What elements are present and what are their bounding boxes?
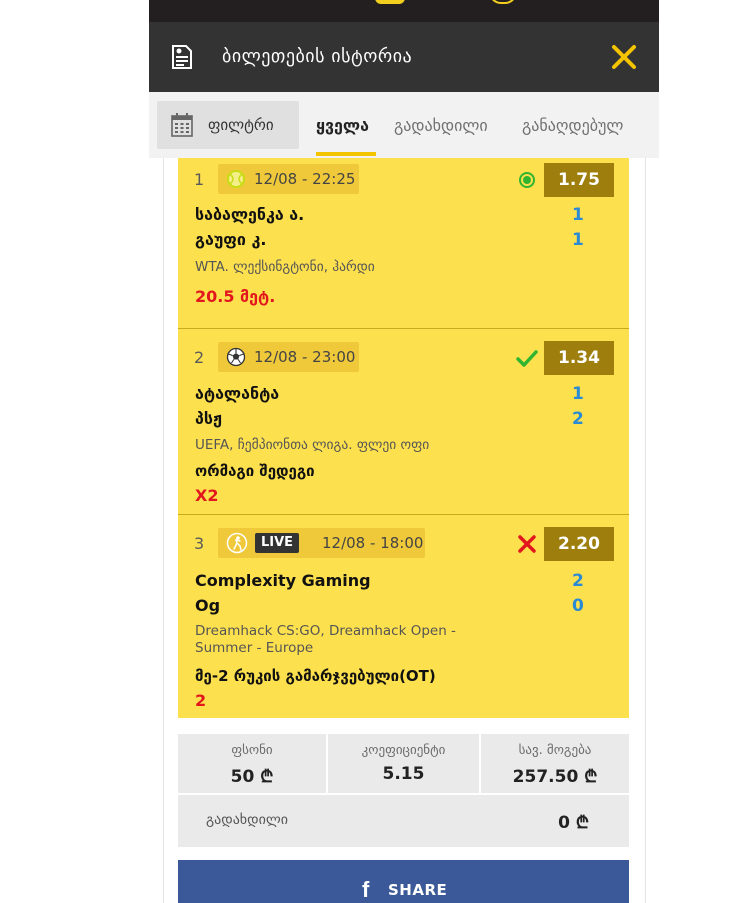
bet-datetime: 12/08 - 22:25 bbox=[254, 170, 356, 188]
bet-datetime-box: 12/08 - 23:00 bbox=[218, 342, 359, 372]
team-home: Complexity Gaming bbox=[195, 571, 371, 590]
tab-all[interactable]: ყველა bbox=[316, 116, 369, 135]
share-button[interactable]: f SHARE bbox=[178, 860, 629, 903]
top-decoration-ring-icon bbox=[489, 0, 517, 4]
page-title: ბილეთების ისტორია bbox=[222, 46, 413, 67]
paid-value: 0 ₾ bbox=[558, 813, 589, 833]
esports-icon bbox=[226, 532, 248, 554]
won-check-icon bbox=[516, 350, 538, 367]
team-away: პსჟ bbox=[195, 409, 222, 428]
bet-datetime-box: LIVE 12/08 - 18:00 bbox=[218, 528, 425, 558]
possible-win-label: სავ. მოგება bbox=[518, 743, 592, 758]
share-label: SHARE bbox=[388, 881, 448, 899]
live-badge: LIVE bbox=[255, 533, 300, 553]
possible-win-box: სავ. მოგება 257.50 ₾ bbox=[481, 734, 629, 793]
bet-market: მე-2 რუკის გამარჯვებული(OT) bbox=[195, 667, 436, 685]
league-name: WTA. ლექსინგტონი, ჰარდი bbox=[195, 259, 375, 275]
odds-badge: 1.75 bbox=[544, 163, 614, 197]
team-home: ატალანტა bbox=[195, 384, 280, 403]
odds-badge: 1.34 bbox=[544, 341, 614, 375]
bet-number: 2 bbox=[194, 348, 205, 367]
bet-card: 2 12/08 - 23:00 1.34 ატალანტა პსჟ 1 2 UE… bbox=[178, 329, 629, 514]
active-tab-indicator bbox=[316, 152, 376, 156]
stake-box: ფსონი 50 ₾ bbox=[178, 734, 326, 793]
top-status-strip bbox=[149, 0, 659, 22]
odds-badge: 2.20 bbox=[544, 527, 614, 561]
calendar-icon bbox=[171, 113, 193, 137]
bet-pick: 20.5 მეტ. bbox=[195, 287, 276, 306]
score-away: 0 bbox=[572, 596, 584, 616]
filter-button[interactable]: ფილტრი bbox=[157, 101, 299, 149]
bet-card: 3 LIVE 12/08 - 18:00 2.20 Complexity Gam… bbox=[178, 515, 629, 718]
coefficient-value: 5.15 bbox=[382, 764, 425, 784]
stake-label: ფსონი bbox=[231, 743, 273, 758]
score-home: 1 bbox=[572, 205, 584, 225]
bet-pick: X2 bbox=[195, 486, 219, 505]
team-away: გაუფი კ. bbox=[195, 230, 267, 249]
paid-label: გადახდილი bbox=[206, 812, 288, 828]
facebook-icon: f bbox=[362, 877, 370, 902]
bet-market: ორმაგი შედეგი bbox=[195, 462, 315, 480]
team-home: საბალენკა ა. bbox=[195, 205, 305, 224]
close-icon[interactable] bbox=[609, 42, 639, 72]
tabs-bar: ფილტრი ყველა გადახდილი განაღდებულ bbox=[149, 92, 659, 158]
bet-datetime: 12/08 - 23:00 bbox=[254, 348, 356, 366]
pending-dot-icon bbox=[519, 172, 535, 188]
bet-pick: 2 bbox=[195, 691, 207, 710]
score-away: 1 bbox=[572, 230, 584, 250]
team-away: Og bbox=[195, 596, 221, 615]
paid-row: გადახდილი 0 ₾ bbox=[178, 795, 629, 847]
receipt-icon bbox=[172, 45, 192, 69]
score-home: 1 bbox=[572, 384, 584, 404]
bet-datetime: 12/08 - 18:00 bbox=[322, 534, 424, 552]
tab-cashed-out[interactable]: განაღდებულ bbox=[522, 116, 623, 135]
score-away: 2 bbox=[572, 409, 584, 429]
lost-cross-icon bbox=[518, 535, 536, 553]
bet-number: 1 bbox=[194, 170, 205, 189]
soccer-ball-icon bbox=[226, 347, 246, 367]
stake-value: 50 ₾ bbox=[230, 767, 274, 787]
score-home: 2 bbox=[572, 571, 584, 591]
league-name: UEFA, ჩემპიონთა ლიგა. ფლეი ოფი bbox=[195, 437, 430, 453]
possible-win-value: 257.50 ₾ bbox=[512, 767, 598, 787]
bet-datetime-box: 12/08 - 22:25 bbox=[218, 164, 359, 194]
coefficient-box: კოეფიციენტი 5.15 bbox=[328, 734, 479, 793]
filter-label: ფილტრი bbox=[208, 116, 274, 134]
tab-paid[interactable]: გადახდილი bbox=[394, 116, 488, 135]
top-decoration-icon bbox=[375, 0, 405, 4]
ticket-history-header: ბილეთების ისტორია bbox=[149, 22, 659, 92]
coefficient-label: კოეფიციენტი bbox=[361, 743, 446, 758]
bet-number: 3 bbox=[194, 534, 205, 553]
bet-card: 1 12/08 - 22:25 1.75 საბალენკა ა. გაუფი … bbox=[178, 158, 629, 328]
league-name: Dreamhack CS:GO, Dreamhack Open - Summer… bbox=[195, 623, 456, 656]
tennis-ball-icon bbox=[227, 170, 245, 188]
